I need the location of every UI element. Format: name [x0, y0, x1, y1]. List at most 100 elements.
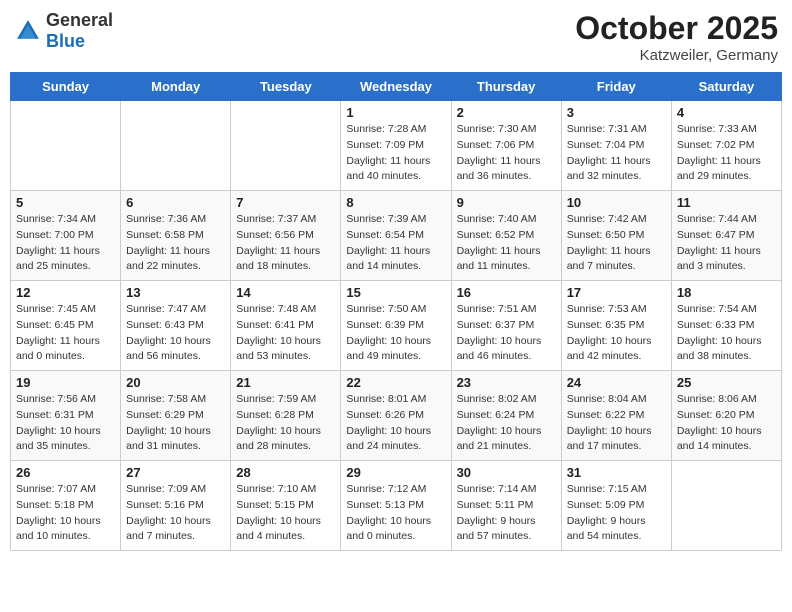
day-info: Sunrise: 7:47 AMSunset: 6:43 PMDaylight:…	[126, 302, 225, 365]
day-number: 28	[236, 465, 335, 480]
week-row-4: 19 Sunrise: 7:56 AMSunset: 6:31 PMDayligh…	[11, 371, 782, 461]
day-cell: 5 Sunrise: 7:34 AMSunset: 7:00 PMDaylight…	[11, 191, 121, 281]
day-info: Sunrise: 7:07 AMSunset: 5:18 PMDaylight:…	[16, 482, 115, 545]
week-row-3: 12Sunrise: 7:45 AMSunset: 6:45 PMDayligh…	[11, 281, 782, 371]
page-header: General Blue October 2025 Katzweiler, Ge…	[10, 10, 782, 64]
day-cell: 7Sunrise: 7:37 AMSunset: 6:56 PMDaylight…	[231, 191, 341, 281]
day-cell: 6Sunrise: 7:36 AMSunset: 6:58 PMDaylight…	[121, 191, 231, 281]
day-cell: 27 Sunrise: 7:09 AMSunset: 5:16 PMDayligh…	[121, 461, 231, 551]
day-cell	[231, 101, 341, 191]
day-info: Sunrise: 7:42 AMSunset: 6:50 PMDaylight:…	[567, 212, 666, 275]
day-number: 26	[16, 465, 115, 480]
day-number: 31	[567, 465, 666, 480]
day-number: 17	[567, 285, 666, 300]
day-cell: 3 Sunrise: 7:31 AMSunset: 7:04 PMDaylight…	[561, 101, 671, 191]
header-day-friday: Friday	[561, 73, 671, 101]
day-info: Sunrise: 7:53 AMSunset: 6:35 PMDaylight:…	[567, 302, 666, 365]
day-info: Sunrise: 7:09 AMSunset: 5:16 PMDaylight:…	[126, 482, 225, 545]
day-number: 19	[16, 375, 115, 390]
logo: General Blue	[14, 10, 113, 52]
week-row-2: 5 Sunrise: 7:34 AMSunset: 7:00 PMDaylight…	[11, 191, 782, 281]
day-info: Sunrise: 7:34 AMSunset: 7:00 PMDaylight:…	[16, 212, 115, 275]
location: Katzweiler, Germany	[575, 47, 778, 64]
day-number: 30	[457, 465, 556, 480]
day-number: 14	[236, 285, 335, 300]
day-info: Sunrise: 7:58 AMSunset: 6:29 PMDaylight:…	[126, 392, 225, 455]
day-number: 6	[126, 195, 225, 210]
header-day-saturday: Saturday	[671, 73, 781, 101]
day-cell: 16 Sunrise: 7:51 AMSunset: 6:37 PMDayligh…	[451, 281, 561, 371]
day-cell: 23 Sunrise: 8:02 AMSunset: 6:24 PMDayligh…	[451, 371, 561, 461]
header-day-thursday: Thursday	[451, 73, 561, 101]
logo-icon	[14, 17, 42, 45]
calendar-table: SundayMondayTuesdayWednesdayThursdayFrid…	[10, 72, 782, 551]
day-number: 11	[677, 195, 776, 210]
day-cell	[671, 461, 781, 551]
day-info: Sunrise: 7:44 AMSunset: 6:47 PMDaylight:…	[677, 212, 776, 275]
day-number: 13	[126, 285, 225, 300]
header-row: SundayMondayTuesdayWednesdayThursdayFrid…	[11, 73, 782, 101]
day-cell: 11 Sunrise: 7:44 AMSunset: 6:47 PMDayligh…	[671, 191, 781, 281]
day-cell: 14 Sunrise: 7:48 AMSunset: 6:41 PMDayligh…	[231, 281, 341, 371]
day-info: Sunrise: 8:01 AMSunset: 6:26 PMDaylight:…	[346, 392, 445, 455]
day-number: 3	[567, 105, 666, 120]
day-cell: 29Sunrise: 7:12 AMSunset: 5:13 PMDayligh…	[341, 461, 451, 551]
day-number: 16	[457, 285, 556, 300]
logo-general-text: General	[46, 10, 113, 30]
day-number: 24	[567, 375, 666, 390]
day-info: Sunrise: 7:54 AMSunset: 6:33 PMDaylight:…	[677, 302, 776, 365]
day-cell: 20 Sunrise: 7:58 AMSunset: 6:29 PMDayligh…	[121, 371, 231, 461]
day-number: 27	[126, 465, 225, 480]
day-cell: 18Sunrise: 7:54 AMSunset: 6:33 PMDayligh…	[671, 281, 781, 371]
day-number: 20	[126, 375, 225, 390]
day-info: Sunrise: 7:37 AMSunset: 6:56 PMDaylight:…	[236, 212, 335, 275]
day-info: Sunrise: 7:40 AMSunset: 6:52 PMDaylight:…	[457, 212, 556, 275]
day-info: Sunrise: 7:50 AMSunset: 6:39 PMDaylight:…	[346, 302, 445, 365]
day-number: 5	[16, 195, 115, 210]
day-cell: 24Sunrise: 8:04 AMSunset: 6:22 PMDayligh…	[561, 371, 671, 461]
day-number: 2	[457, 105, 556, 120]
header-day-sunday: Sunday	[11, 73, 121, 101]
week-row-5: 26 Sunrise: 7:07 AMSunset: 5:18 PMDayligh…	[11, 461, 782, 551]
day-cell: 17 Sunrise: 7:53 AMSunset: 6:35 PMDayligh…	[561, 281, 671, 371]
day-number: 23	[457, 375, 556, 390]
logo-blue-text: Blue	[46, 31, 85, 51]
day-cell: 10 Sunrise: 7:42 AMSunset: 6:50 PMDayligh…	[561, 191, 671, 281]
day-cell: 30 Sunrise: 7:14 AMSunset: 5:11 PMDayligh…	[451, 461, 561, 551]
day-number: 15	[346, 285, 445, 300]
day-info: Sunrise: 7:15 AMSunset: 5:09 PMDaylight:…	[567, 482, 666, 545]
day-info: Sunrise: 7:51 AMSunset: 6:37 PMDaylight:…	[457, 302, 556, 365]
day-cell: 19 Sunrise: 7:56 AMSunset: 6:31 PMDayligh…	[11, 371, 121, 461]
day-number: 1	[346, 105, 445, 120]
day-info: Sunrise: 7:56 AMSunset: 6:31 PMDaylight:…	[16, 392, 115, 455]
day-info: Sunrise: 7:28 AMSunset: 7:09 PMDaylight:…	[346, 122, 445, 185]
day-info: Sunrise: 7:31 AMSunset: 7:04 PMDaylight:…	[567, 122, 666, 185]
day-number: 4	[677, 105, 776, 120]
day-number: 22	[346, 375, 445, 390]
day-number: 9	[457, 195, 556, 210]
day-cell: 8Sunrise: 7:39 AMSunset: 6:54 PMDaylight…	[341, 191, 451, 281]
title-block: October 2025 Katzweiler, Germany	[575, 10, 778, 64]
day-cell	[11, 101, 121, 191]
day-info: Sunrise: 7:59 AMSunset: 6:28 PMDaylight:…	[236, 392, 335, 455]
day-cell: 13 Sunrise: 7:47 AMSunset: 6:43 PMDayligh…	[121, 281, 231, 371]
day-cell: 12Sunrise: 7:45 AMSunset: 6:45 PMDayligh…	[11, 281, 121, 371]
calendar-body: 1 Sunrise: 7:28 AMSunset: 7:09 PMDaylight…	[11, 101, 782, 551]
day-cell: 25Sunrise: 8:06 AMSunset: 6:20 PMDayligh…	[671, 371, 781, 461]
day-cell: 28 Sunrise: 7:10 AMSunset: 5:15 PMDayligh…	[231, 461, 341, 551]
day-cell: 1 Sunrise: 7:28 AMSunset: 7:09 PMDaylight…	[341, 101, 451, 191]
day-cell	[121, 101, 231, 191]
day-number: 10	[567, 195, 666, 210]
day-cell: 31 Sunrise: 7:15 AMSunset: 5:09 PMDayligh…	[561, 461, 671, 551]
day-cell: 4Sunrise: 7:33 AMSunset: 7:02 PMDaylight…	[671, 101, 781, 191]
day-info: Sunrise: 7:10 AMSunset: 5:15 PMDaylight:…	[236, 482, 335, 545]
day-info: Sunrise: 8:02 AMSunset: 6:24 PMDaylight:…	[457, 392, 556, 455]
day-cell: 15 Sunrise: 7:50 AMSunset: 6:39 PMDayligh…	[341, 281, 451, 371]
day-info: Sunrise: 7:30 AMSunset: 7:06 PMDaylight:…	[457, 122, 556, 185]
day-info: Sunrise: 7:39 AMSunset: 6:54 PMDaylight:…	[346, 212, 445, 275]
calendar-header: SundayMondayTuesdayWednesdayThursdayFrid…	[11, 73, 782, 101]
day-number: 25	[677, 375, 776, 390]
day-info: Sunrise: 7:48 AMSunset: 6:41 PMDaylight:…	[236, 302, 335, 365]
day-number: 12	[16, 285, 115, 300]
day-info: Sunrise: 7:14 AMSunset: 5:11 PMDaylight:…	[457, 482, 556, 545]
